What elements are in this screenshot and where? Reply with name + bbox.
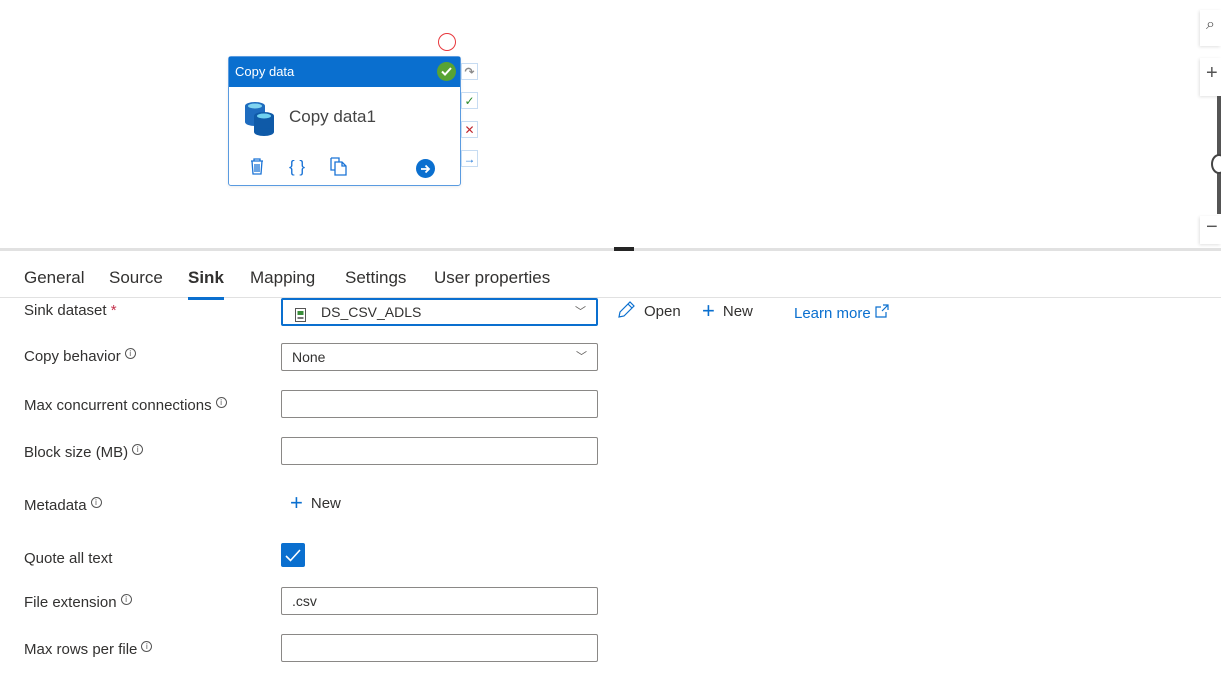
tab-user-properties[interactable]: User properties <box>434 268 550 288</box>
sink-dataset-value: DS_CSV_ADLS <box>321 304 422 320</box>
info-icon[interactable]: i <box>120 594 132 605</box>
copy-behavior-label-text: Copy behavior <box>24 348 121 365</box>
zoom-out-icon: − <box>1206 216 1218 238</box>
block-size-label: Block size (MB) i <box>24 444 144 461</box>
tab-sink[interactable]: Sink <box>188 268 224 300</box>
file-extension-label: File extension i <box>24 594 132 611</box>
max-rows-per-file-label-text: Max rows per file <box>24 641 138 658</box>
navigate-icon[interactable] <box>416 159 435 178</box>
plus-icon: + <box>290 490 303 515</box>
copy-data-icon <box>244 101 276 142</box>
info-icon[interactable]: i <box>141 641 153 652</box>
quote-all-text-label: Quote all text <box>24 550 113 567</box>
zoom-in-button[interactable]: + <box>1200 58 1221 96</box>
code-icon[interactable]: { } <box>289 157 305 177</box>
tab-mapping[interactable]: Mapping <box>250 268 315 288</box>
new-dataset-button[interactable]: + New <box>702 298 753 324</box>
activity-type-label: Copy data <box>235 64 295 79</box>
new-label: New <box>722 302 753 320</box>
tab-settings[interactable]: Settings <box>345 268 406 288</box>
max-concurrent-connections-label-text: Max concurrent connections <box>24 397 212 414</box>
file-extension-input[interactable]: .csv <box>281 587 598 615</box>
external-link-icon <box>875 304 889 322</box>
open-dataset-button[interactable]: Open <box>617 300 681 323</box>
learn-more-text: Learn more <box>794 305 871 322</box>
learn-more-link[interactable]: Learn more <box>794 304 889 322</box>
add-metadata-button[interactable]: + New <box>290 490 341 516</box>
sink-dataset-label-text: Sink dataset <box>24 302 107 319</box>
metadata-label-text: Metadata <box>24 497 87 514</box>
skip-port-icon[interactable]: ↷ <box>461 63 478 80</box>
edit-pencil-icon <box>617 300 636 323</box>
required-marker: * <box>110 302 117 319</box>
tab-source[interactable]: Source <box>109 268 163 288</box>
delete-icon[interactable] <box>249 157 265 180</box>
copy-behavior-label: Copy behavior i <box>24 348 136 365</box>
connection-handle[interactable] <box>438 33 456 51</box>
plus-icon: + <box>702 298 715 323</box>
info-icon[interactable]: i <box>215 397 227 408</box>
success-port-icon[interactable]: ✓ <box>461 92 478 109</box>
search-icon: ⌕ <box>1206 16 1215 33</box>
copy-data-activity[interactable]: Copy data Copy data1 {} <box>228 56 461 186</box>
max-concurrent-connections-label: Max concurrent connections i <box>24 397 227 414</box>
zoom-in-icon: + <box>1206 62 1218 84</box>
block-size-label-text: Block size (MB) <box>24 444 129 461</box>
copy-behavior-select[interactable]: None ﹀ <box>281 343 598 371</box>
chevron-down-icon: ﹀ <box>575 306 586 318</box>
max-rows-per-file-label: Max rows per file i <box>24 641 153 658</box>
completion-port-icon[interactable]: → <box>461 150 478 167</box>
search-canvas-button[interactable]: ⌕ <box>1200 10 1221 46</box>
checkmark-icon <box>285 548 301 562</box>
max-concurrent-connections-input[interactable] <box>281 390 598 418</box>
open-label: Open <box>644 303 681 320</box>
activity-name: Copy data1 <box>289 107 376 126</box>
pipeline-canvas[interactable]: Copy data Copy data1 {} ↷ ✓ ✕ → ⌕ + − <box>0 0 1221 248</box>
dataset-file-icon <box>295 305 306 329</box>
max-rows-per-file-input[interactable] <box>281 634 598 662</box>
failure-port-icon[interactable]: ✕ <box>461 121 478 138</box>
copy-behavior-value: None <box>292 349 326 365</box>
panel-splitter[interactable] <box>0 248 1221 251</box>
properties-tabs: General Source Sink Mapping Settings Use… <box>0 258 1221 300</box>
tab-general[interactable]: General <box>24 268 84 288</box>
chevron-down-icon: ﹀ <box>576 351 587 363</box>
clone-icon[interactable] <box>330 157 348 181</box>
quote-all-text-checkbox[interactable] <box>281 543 305 567</box>
file-extension-label-text: File extension <box>24 594 117 611</box>
info-icon[interactable]: i <box>90 497 102 508</box>
sink-dataset-select[interactable]: DS_CSV_ADLS ﹀ <box>281 298 598 326</box>
info-icon[interactable]: i <box>124 348 136 359</box>
block-size-input[interactable] <box>281 437 598 465</box>
success-status-icon <box>437 62 456 81</box>
sink-dataset-label: Sink dataset * <box>24 302 117 319</box>
splitter-grip[interactable] <box>614 247 634 251</box>
metadata-label: Metadata i <box>24 497 102 514</box>
activity-header: Copy data <box>229 57 460 87</box>
info-icon[interactable]: i <box>132 444 144 455</box>
new-label: New <box>310 494 341 512</box>
zoom-slider-thumb[interactable] <box>1211 154 1221 174</box>
zoom-out-button[interactable]: − <box>1200 216 1221 244</box>
